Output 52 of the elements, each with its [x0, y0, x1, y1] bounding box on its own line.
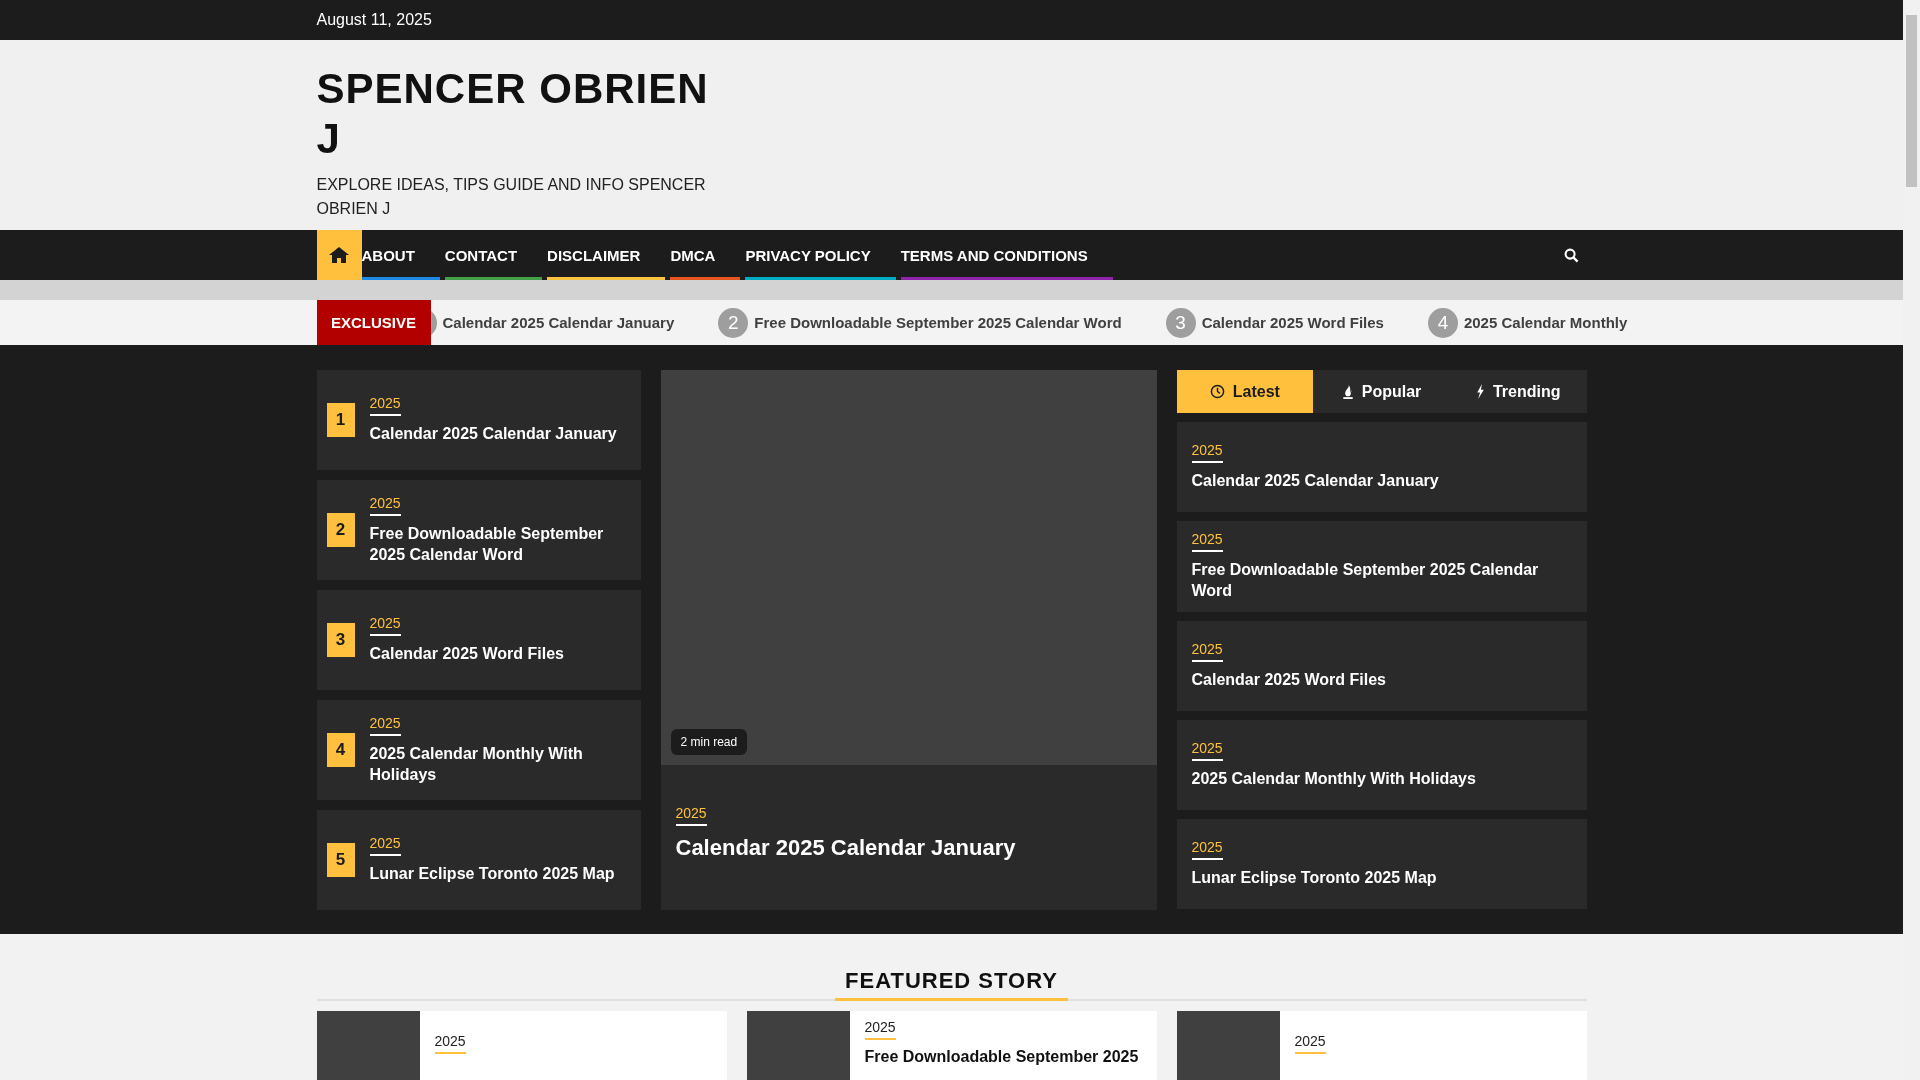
tab[interactable]: Popular [1313, 370, 1450, 413]
post-title[interactable]: Calendar 2025 Word Files [369, 644, 564, 665]
rank-number: 5 [326, 843, 355, 877]
number-badge: 3 [1165, 307, 1196, 338]
category-link[interactable]: 2025 [369, 615, 401, 637]
date-text: August 11, 2025 [316, 11, 432, 29]
home-button[interactable] [316, 230, 362, 280]
category-link[interactable]: 2025 [369, 835, 401, 857]
site-tagline: EXPLORE IDEAS, TIPS GUIDE AND INFO SPENCER OBRIEN J [316, 174, 707, 219]
category-link[interactable]: 2025 [1294, 1033, 1326, 1054]
post-title[interactable]: Free Downloadable September 2025 Calendar Word [1191, 560, 1572, 602]
category-link[interactable]: 2025 [434, 1033, 466, 1054]
story-title[interactable]: Free Downloadable September 2025 [864, 1048, 1139, 1066]
category-link[interactable]: 2025 [369, 395, 401, 417]
rank-number: 4 [326, 733, 355, 767]
post-title[interactable]: Calendar 2025 Word Files [1191, 669, 1386, 691]
category-link[interactable]: 2025 [1191, 640, 1223, 662]
category-link[interactable]: 2025 [1191, 531, 1223, 552]
post-title[interactable]: 2025 Calendar Monthly With Holidays [1191, 768, 1476, 790]
clock-icon [1209, 384, 1225, 399]
post-title[interactable]: Free Downloadable September 2025 Calendar Word [369, 523, 631, 566]
post-title[interactable]: Calendar 2025 Calendar January [369, 424, 617, 445]
read-time-badge: 2 min read [670, 729, 748, 755]
rank-number: 1 [326, 403, 355, 437]
category-link[interactable]: 2025 [1191, 442, 1223, 464]
category-link[interactable]: 2025 [675, 805, 707, 826]
tab[interactable]: Trending [1449, 370, 1587, 413]
post-title[interactable]: Lunar Eclipse Toronto 2025 Map [369, 864, 615, 885]
home-icon [328, 246, 350, 264]
number-badge: 4 [1427, 307, 1458, 338]
category-link[interactable]: 2025 [1191, 739, 1223, 761]
category-link[interactable]: 2025 [369, 494, 401, 516]
category-link[interactable]: 2025 [864, 1019, 896, 1040]
flame-icon [1341, 384, 1354, 399]
post-title[interactable]: 2025 Calendar Monthly With Holidays [369, 743, 631, 786]
number-badge: 2 [718, 307, 749, 338]
post-title[interactable]: Calendar 2025 Calendar January [1191, 471, 1439, 492]
bolt-icon [1475, 384, 1485, 399]
rank-number: 3 [326, 623, 355, 657]
category-link[interactable]: 2025 [369, 714, 401, 736]
search-icon[interactable] [1563, 247, 1579, 263]
site-title[interactable]: SPENCER OBRIEN J [316, 64, 737, 165]
section-title: FEATURED STORY [835, 968, 1068, 1001]
rank-number: 2 [326, 513, 355, 547]
category-link[interactable]: 2025 [1191, 838, 1223, 860]
hero-title[interactable]: Calendar 2025 Calendar January [675, 834, 1016, 863]
ticker-link[interactable]: 2025 Calendar Monthly [1463, 314, 1628, 331]
ticker-link[interactable]: Free Downloadable September 2025 Calendar Word [754, 314, 1122, 331]
tab[interactable]: Latest [1176, 370, 1314, 413]
post-title[interactable]: Lunar Eclipse Toronto 2025 Map [1191, 867, 1437, 889]
ticker-link[interactable]: Calendar 2025 Word Files [1201, 314, 1384, 331]
ticker-link[interactable]: Calendar 2025 Calendar January [442, 314, 675, 331]
